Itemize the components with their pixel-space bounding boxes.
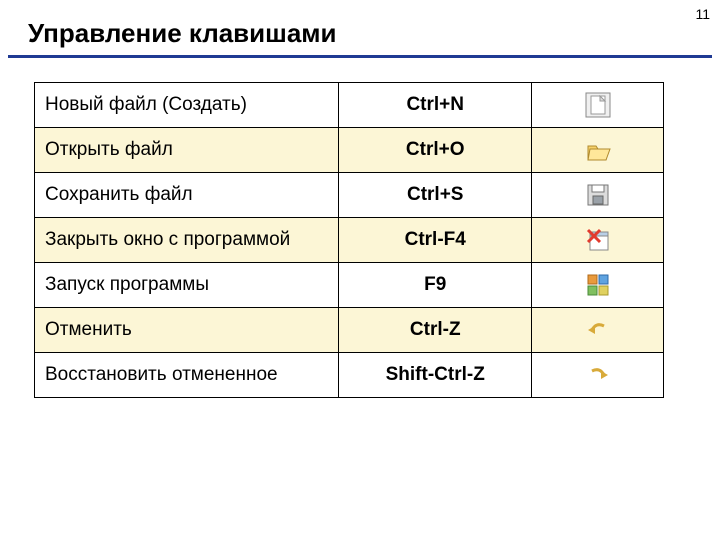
shortcut-table: Новый файл (Создать) Ctrl+N Открыть файл…: [34, 82, 664, 398]
close-window-icon: [584, 226, 612, 254]
table-row: Запуск программы F9: [35, 263, 664, 308]
action-cell: Новый файл (Создать): [35, 83, 339, 128]
shortcut-cell: Ctrl-Z: [339, 308, 532, 353]
icon-cell: [532, 353, 664, 398]
icon-cell: [532, 128, 664, 173]
table-row: Сохранить файл Ctrl+S: [35, 173, 664, 218]
shortcut-cell: Ctrl-F4: [339, 218, 532, 263]
action-cell: Восстановить отмененное: [35, 353, 339, 398]
page-title: Управление клавишами: [0, 0, 720, 55]
title-underline: [8, 55, 712, 58]
run-icon: [584, 271, 612, 299]
page-number: 11: [695, 6, 710, 22]
undo-icon: [584, 316, 612, 344]
icon-cell: [532, 173, 664, 218]
shortcut-cell: Ctrl+O: [339, 128, 532, 173]
open-file-icon: [584, 136, 612, 164]
table-row: Закрыть окно с программой Ctrl-F4: [35, 218, 664, 263]
action-cell: Отменить: [35, 308, 339, 353]
action-cell: Закрыть окно с программой: [35, 218, 339, 263]
new-file-icon: [584, 91, 612, 119]
table-row: Восстановить отмененное Shift-Ctrl-Z: [35, 353, 664, 398]
shortcut-cell: Shift-Ctrl-Z: [339, 353, 532, 398]
action-cell: Запуск программы: [35, 263, 339, 308]
shortcut-cell: Ctrl+S: [339, 173, 532, 218]
shortcut-cell: Ctrl+N: [339, 83, 532, 128]
icon-cell: [532, 263, 664, 308]
redo-icon: [584, 361, 612, 389]
icon-cell: [532, 83, 664, 128]
icon-cell: [532, 308, 664, 353]
action-cell: Сохранить файл: [35, 173, 339, 218]
table-row: Новый файл (Создать) Ctrl+N: [35, 83, 664, 128]
table-row: Отменить Ctrl-Z: [35, 308, 664, 353]
save-icon: [584, 181, 612, 209]
action-cell: Открыть файл: [35, 128, 339, 173]
table-row: Открыть файл Ctrl+O: [35, 128, 664, 173]
shortcut-cell: F9: [339, 263, 532, 308]
icon-cell: [532, 218, 664, 263]
